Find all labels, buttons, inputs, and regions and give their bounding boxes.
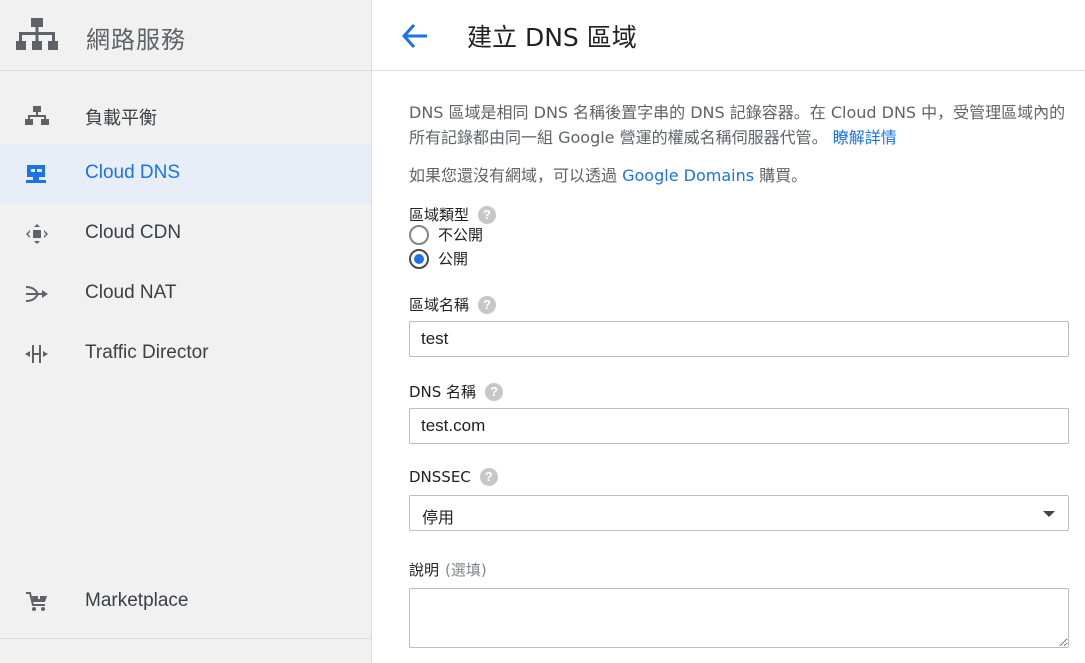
sidebar-item-cloud-dns[interactable]: Cloud DNS bbox=[0, 144, 371, 204]
sidebar-item-cloud-cdn[interactable]: Cloud CDN bbox=[0, 204, 371, 264]
sidebar-item-marketplace[interactable]: Marketplace bbox=[0, 572, 371, 632]
dns-name-input[interactable] bbox=[409, 408, 1069, 444]
description-label: 說明 (選填) bbox=[409, 559, 487, 580]
dns-name-label-text: DNS 名稱 bbox=[409, 383, 477, 401]
help-icon[interactable]: ? bbox=[478, 205, 497, 224]
zone-type-label: 區域類型 ? bbox=[409, 204, 497, 225]
sidebar: 網路服務 負載平衡 Cloud DNS Cloud CDN Cloud NAT … bbox=[0, 0, 372, 663]
sidebar-item-label: Cloud CDN bbox=[85, 222, 182, 243]
page-title: 建立 DNS 區域 bbox=[467, 23, 637, 52]
optional-hint: (選填) bbox=[445, 561, 487, 579]
product-title: 網路服務 bbox=[86, 26, 186, 54]
sidebar-divider bbox=[0, 638, 371, 639]
cloud-dns-icon bbox=[26, 165, 46, 183]
sidebar-item-label: 負載平衡 bbox=[85, 108, 157, 129]
network-hierarchy-icon bbox=[16, 18, 58, 50]
help-icon[interactable]: ? bbox=[479, 468, 498, 486]
traffic-director-icon bbox=[25, 345, 48, 363]
dnssec-label-text: DNSSEC bbox=[409, 468, 471, 486]
sidebar-header: 網路服務 bbox=[0, 0, 371, 71]
dnssec-label: DNSSEC ? bbox=[409, 468, 498, 486]
cart-icon bbox=[26, 592, 47, 611]
description-label-text: 說明 bbox=[409, 561, 440, 579]
page-header: 建立 DNS 區域 bbox=[372, 0, 1085, 71]
description-textarea[interactable] bbox=[409, 588, 1069, 648]
sidebar-item-label: Cloud DNS bbox=[85, 162, 181, 183]
sidebar-item-label: Traffic Director bbox=[85, 342, 209, 363]
help-icon[interactable]: ? bbox=[478, 295, 497, 314]
radio-public-button[interactable] bbox=[409, 248, 429, 269]
dns-name-label: DNS 名稱 ? bbox=[409, 381, 504, 402]
google-domains-link[interactable]: Google Domains bbox=[622, 166, 754, 185]
zone-name-input[interactable] bbox=[409, 321, 1069, 357]
sidebar-item-load-balancing[interactable]: 負載平衡 bbox=[0, 85, 371, 145]
dnssec-select[interactable]: 停用 bbox=[409, 495, 1069, 531]
dnssec-select-value: 停用 bbox=[422, 508, 455, 527]
help-icon[interactable]: ? bbox=[485, 382, 504, 401]
radio-private-label: 不公開 bbox=[438, 226, 484, 244]
description-text: DNS 區域是相同 DNS 名稱後置字串的 DNS 記錄容器。在 Cloud D… bbox=[409, 100, 1069, 150]
zone-name-label: 區域名稱 ? bbox=[409, 294, 497, 315]
radio-private[interactable]: 不公開 bbox=[409, 224, 483, 245]
radio-private-button[interactable] bbox=[409, 224, 429, 245]
dropdown-arrow-icon bbox=[1043, 511, 1055, 517]
radio-public[interactable]: 公開 bbox=[409, 248, 468, 269]
learn-more-link[interactable]: 瞭解詳情 bbox=[833, 128, 897, 147]
intro: DNS 區域是相同 DNS 名稱後置字串的 DNS 記錄容器。在 Cloud D… bbox=[409, 100, 1069, 185]
zone-name-label-text: 區域名稱 bbox=[409, 296, 470, 314]
arrow-back-icon[interactable] bbox=[400, 22, 430, 50]
sidebar-item-traffic-director[interactable]: Traffic Director bbox=[0, 324, 371, 384]
sidebar-item-label: Cloud NAT bbox=[85, 282, 177, 303]
load-balancing-icon bbox=[25, 106, 49, 125]
domains-prefix: 如果您還沒有網域，可以透過 bbox=[409, 166, 618, 185]
domains-suffix: 購買。 bbox=[759, 166, 808, 185]
sidebar-item-label: Marketplace bbox=[85, 590, 189, 611]
domains-note: 如果您還沒有網域，可以透過 Google Domains 購買。 bbox=[409, 162, 807, 186]
zone-type-label-text: 區域類型 bbox=[409, 206, 470, 224]
sidebar-item-cloud-nat[interactable]: Cloud NAT bbox=[0, 264, 371, 324]
radio-public-label: 公開 bbox=[438, 250, 469, 268]
description-body: DNS 區域是相同 DNS 名稱後置字串的 DNS 記錄容器。在 Cloud D… bbox=[409, 103, 1066, 147]
cloud-nat-icon bbox=[25, 286, 48, 302]
cloud-cdn-icon bbox=[26, 224, 48, 244]
